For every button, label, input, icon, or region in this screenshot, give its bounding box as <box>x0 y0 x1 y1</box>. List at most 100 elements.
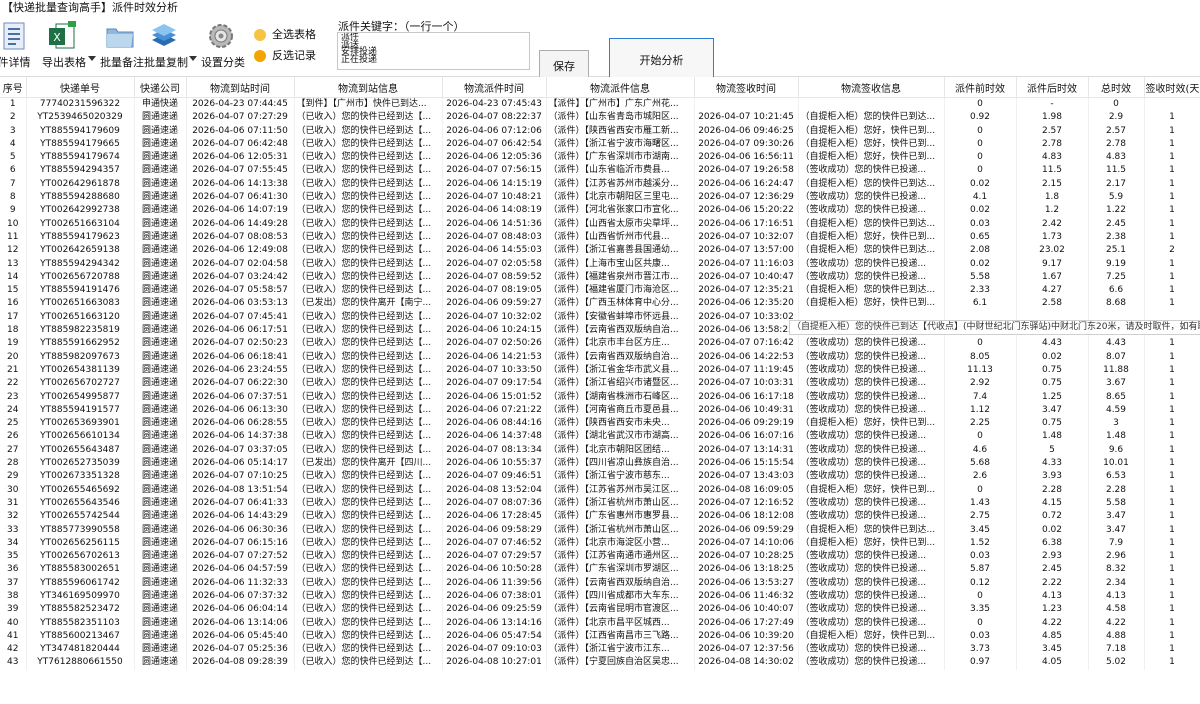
table-cell: 1 <box>1144 350 1200 364</box>
keyword-textarea[interactable]: 派件 派送 安排投递 正在投递 <box>337 32 530 70</box>
result-grid[interactable]: 序号 快递单号 快递公司 物流到站时间 物流到站信息 物流派件时间 物流派件信息 物流签收时间… <box>0 77 1200 704</box>
table-row[interactable]: 34 YT002656256115 圆通速递 2026-04-07 06:15:16 （… <box>0 536 1200 551</box>
table-row[interactable]: 15 YT885594191476 圆通速递 2026-04-07 05:58:57 （… <box>0 284 1200 298</box>
table-row[interactable]: 2 YT2539465020329 圆通速递 2026-04-07 07:27:29 （… <box>0 111 1200 125</box>
table-row[interactable]: 6 YT885594294357 圆通速递 2026-04-07 07:55:45 （已… <box>0 164 1200 178</box>
table-row[interactable]: 36 YT885583002651 圆通速递 2026-04-06 04:57:59 （… <box>0 563 1200 577</box>
table-cell: 0 <box>944 97 1017 112</box>
table-cell: 3.45 <box>944 523 1017 537</box>
table-row[interactable]: 26 YT002656610134 圆通速递 2026-04-06 14:37:38 （… <box>0 430 1200 444</box>
backup-button[interactable]: 批量备注 <box>100 20 144 70</box>
table-row[interactable]: 37 YT885596061742 圆通速递 2026-04-06 11:32:33 （… <box>0 576 1200 590</box>
column-header[interactable]: 快递公司 <box>134 77 187 98</box>
table-row[interactable]: 12 YT002642659138 圆通速递 2026-04-06 12:49:08 （… <box>0 244 1200 258</box>
invert-selection-label: 反选记录 <box>272 49 316 62</box>
table-row[interactable]: 43 YT7612880661550 圆通速递 2026-04-08 09:28:39… <box>0 656 1200 670</box>
table-row[interactable]: 10 YT002651663104 圆通速递 2026-04-06 14:49:28 （… <box>0 217 1200 231</box>
table-cell: 2026-04-07 03:37:05 <box>186 443 295 458</box>
copy-button[interactable]: 批量复制 <box>144 20 188 70</box>
table-row[interactable]: 3 YT885594179609 圆通速递 2026-04-06 07:11:50 （已… <box>0 124 1200 138</box>
table-cell: （已收入）您的快件已经到达【... <box>294 310 443 325</box>
table-cell: YT002642992738 <box>26 204 135 218</box>
table-row[interactable]: 11 YT885594179623 圆通速递 2026-04-07 08:08:53 （… <box>0 230 1200 245</box>
table-row[interactable]: 20 YT885982097673 圆通速递 2026-04-06 06:18:41 （… <box>0 350 1200 364</box>
table-cell: 6.1 <box>944 297 1017 311</box>
table-row[interactable]: 42 YT347481820444 圆通速递 2026-04-07 05:25:36 （… <box>0 643 1200 657</box>
table-cell: 1.43 <box>944 496 1017 511</box>
table-row[interactable]: 13 YT885594294342 圆通速递 2026-04-07 02:04:58 （… <box>0 257 1200 271</box>
table-cell: 圆通速递 <box>134 443 187 458</box>
table-row[interactable]: 41 YT885600213467 圆通速递 2026-04-06 05:45:40 （… <box>0 629 1200 644</box>
table-cell: （派件）【浙江省绍兴市诸暨区... <box>546 377 695 391</box>
column-header[interactable]: 物流派件信息 <box>546 77 695 98</box>
table-cell: （派件）【云南省西双版纳自治... <box>546 324 695 338</box>
column-header[interactable]: 物流签收时间 <box>694 77 799 98</box>
export-button[interactable]: X 导出表格 <box>42 20 86 70</box>
table-row[interactable]: 14 YT002656720788 圆通速递 2026-04-07 03:24:42 （… <box>0 270 1200 285</box>
table-cell: 2026-04-06 06:28:55 <box>186 417 295 431</box>
column-header[interactable]: 物流签收信息 <box>798 77 945 98</box>
table-cell: 1.73 <box>1016 230 1089 245</box>
column-header[interactable]: 序号 <box>0 77 27 98</box>
copy-dropdown-caret[interactable] <box>189 56 197 61</box>
table-row[interactable]: 16 YT002651663083 圆通速递 2026-04-06 03:53:13 （… <box>0 297 1200 311</box>
table-row[interactable]: 4 YT885594179665 圆通速递 2026-04-07 06:42:48 （已… <box>0 137 1200 152</box>
table-cell: 2026-04-06 09:25:59 <box>442 603 547 617</box>
column-header[interactable]: 快递单号 <box>26 77 135 98</box>
table-cell: （已发出）您的快件离开【南宁... <box>294 297 443 311</box>
table-cell: 8.07 <box>1088 350 1145 364</box>
table-row[interactable]: 5 YT885594179674 圆通速递 2026-04-06 12:05:31 （已… <box>0 151 1200 165</box>
table-cell: 2026-04-06 18:12:08 <box>694 510 799 524</box>
table-row[interactable]: 30 YT002655465692 圆通速递 2026-04-08 13:51:54 （… <box>0 483 1200 497</box>
table-row[interactable]: 21 YT002654381139 圆通速递 2026-04-06 23:24:55 （… <box>0 363 1200 378</box>
table-row[interactable]: 29 YT002673351328 圆通速递 2026-04-07 07:10:25 （… <box>0 470 1200 484</box>
table-cell: 1 <box>1144 403 1200 418</box>
table-cell: 2026-04-06 06:13:30 <box>186 403 295 418</box>
table-row[interactable]: 32 YT002655742544 圆通速递 2026-04-06 14:43:29 （… <box>0 510 1200 524</box>
table-cell: YT885594179674 <box>26 151 135 165</box>
table-cell: （已收入）您的快件已经到达【... <box>294 350 443 364</box>
table-row[interactable]: 33 YT885773990558 圆通速递 2026-04-06 06:30:36 （… <box>0 523 1200 537</box>
settings-button[interactable]: 设置分类 <box>201 20 245 70</box>
table-cell: 2026-04-07 07:46:52 <box>442 536 547 551</box>
column-header[interactable]: 总时效 <box>1088 77 1145 98</box>
column-header[interactable]: 物流到站时间 <box>186 77 295 98</box>
export-dropdown-caret[interactable] <box>88 56 96 61</box>
table-row[interactable]: 31 YT002655643546 圆通速递 2026-04-07 06:41:33 （… <box>0 496 1200 511</box>
table-row[interactable]: 22 YT002656702727 圆通速递 2026-04-07 06:22:30 （… <box>0 377 1200 391</box>
table-cell: 1 <box>1144 377 1200 391</box>
table-row[interactable]: 25 YT002653693901 圆通速递 2026-04-06 06:28:55 （… <box>0 417 1200 431</box>
table-cell: （派件）【广东省深圳市市湖南... <box>546 151 695 165</box>
table-cell: （签收成功）您的快件已投递... <box>798 589 945 604</box>
table-row[interactable]: 9 YT002642992738 圆通速递 2026-04-06 14:07:19 （已… <box>0 204 1200 218</box>
table-row[interactable]: 1 77740231596322 申通快递 2026-04-23 07:44:45 【到… <box>0 97 1200 112</box>
table-row[interactable]: 40 YT885582351103 圆通速递 2026-04-06 13:14:06 （… <box>0 616 1200 630</box>
table-cell <box>694 97 799 112</box>
column-header[interactable]: 物流到站信息 <box>294 77 443 98</box>
table-cell: YT002642659138 <box>26 244 135 258</box>
column-header[interactable]: 派件前时效 <box>944 77 1017 98</box>
column-header[interactable]: 物流派件时间 <box>442 77 547 98</box>
table-row[interactable]: 19 YT885591662952 圆通速递 2026-04-07 02:50:23 （… <box>0 337 1200 351</box>
table-row[interactable]: 23 YT002654995877 圆通速递 2026-04-06 07:37:51 （… <box>0 390 1200 404</box>
table-cell: 2026-04-07 13:43:03 <box>694 470 799 484</box>
table-cell: 3.67 <box>1088 377 1145 391</box>
table-cell: 23.02 <box>1016 244 1089 258</box>
table-cell: 2026-04-07 08:48:03 <box>442 230 547 245</box>
table-row[interactable]: 8 YT885594288680 圆通速递 2026-04-07 06:41:30 （已… <box>0 191 1200 205</box>
table-body: 1 77740231596322 申通快递 2026-04-23 07:44:45 【到… <box>0 97 1200 670</box>
table-cell: （已收入）您的快件已经到达【... <box>294 230 443 245</box>
table-row[interactable]: 24 YT885594191577 圆通速递 2026-04-06 06:13:30 （… <box>0 403 1200 418</box>
table-row[interactable]: 39 YT885582523472 圆通速递 2026-04-06 06:04:14 （… <box>0 603 1200 617</box>
invert-selection-button[interactable]: 反选记录 <box>254 47 316 65</box>
table-row[interactable]: 27 YT002655643487 圆通速递 2026-04-07 03:37:05 （… <box>0 443 1200 458</box>
column-header[interactable]: 签收时效(天) <box>1144 77 1200 98</box>
table-row[interactable]: 35 YT002656702613 圆通速递 2026-04-07 07:27:52 （… <box>0 550 1200 564</box>
table-cell: （自提柜入柜）您好，快件已到... <box>798 137 945 152</box>
column-header[interactable]: 派件后时效 <box>1016 77 1089 98</box>
detail-button[interactable]: 件详情 <box>0 20 36 70</box>
table-row[interactable]: 38 YT346169509970 圆通速递 2026-04-06 07:37:32 （… <box>0 589 1200 604</box>
table-row[interactable]: 28 YT002652735039 圆通速递 2026-04-06 05:14:17 （… <box>0 457 1200 471</box>
table-row[interactable]: 7 YT002642961878 圆通速递 2026-04-06 14:13:38 （已… <box>0 177 1200 192</box>
select-all-button[interactable]: 全选表格 <box>254 26 316 44</box>
